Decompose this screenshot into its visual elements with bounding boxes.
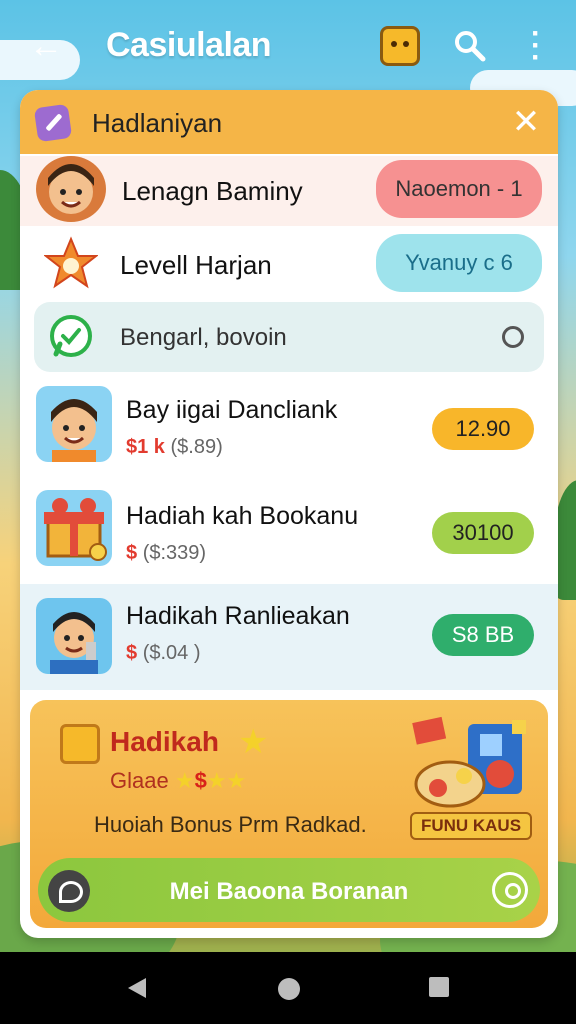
status-pill: Naoemon - 1 (376, 160, 542, 218)
pencil-icon (33, 103, 73, 143)
close-icon[interactable]: ✕ (508, 104, 544, 140)
gift-box-icon[interactable] (380, 26, 420, 66)
prize-label: FUNU KAUS (410, 812, 532, 840)
card-title: Hadlaniyan (92, 108, 223, 138)
system-nav-bar (0, 952, 576, 1024)
price-badge: S8 BB (432, 614, 534, 656)
promo-banner: Hadikah ★ Glaae ★$★★ Huoiah Bonus Prm Ra… (30, 700, 548, 928)
avatar (36, 386, 112, 462)
item-subtitle: $ ($:339) (126, 542, 207, 564)
promo-rating: Glaae ★$★★ (110, 768, 247, 793)
item-title: Bay iigai Dancliank (126, 396, 338, 424)
claim-button-label: Mei Baoona Boranan (169, 878, 409, 905)
search-icon[interactable] (452, 28, 486, 62)
row-label: Lenagn Baminy (122, 176, 303, 206)
gift-box-icon (60, 724, 100, 764)
radio-button[interactable] (502, 326, 524, 348)
item-title: Hadiah kah Bookanu (126, 502, 359, 530)
star-icon (43, 236, 99, 290)
item-subtitle: $1 k ($.89) (126, 436, 223, 458)
item-subtitle: $ ($.04 ) (126, 642, 201, 664)
more-options-icon[interactable]: · · · (526, 19, 546, 73)
price-badge: 12.90 (432, 408, 534, 450)
row-label: Bengarl, bovoin (120, 324, 287, 351)
target-icon (492, 872, 528, 908)
back-arrow-icon[interactable]: ← (26, 26, 66, 66)
promo-description: Huoiah Bonus Prm Radkad. (94, 812, 367, 837)
whatsapp-icon (48, 314, 94, 360)
avatar (36, 598, 112, 674)
list-row-bengarl[interactable]: Bengarl, bovoin (20, 302, 558, 372)
item-title: Hadikah Ranlieakan (126, 602, 350, 630)
home-circle-icon[interactable] (276, 976, 302, 1007)
app-title: Casiulalan (106, 26, 272, 64)
list-row-levell[interactable]: Levell Harjan Yvanuy c 6 (20, 228, 558, 300)
rewards-card: Hadlaniyan ✕ Lenagn Baminy Naoemon - 1 L… (20, 90, 558, 938)
app-bar: ← Casiulalan · · · (0, 0, 576, 92)
promo-title: Hadikah (110, 726, 219, 757)
card-header: Hadlaniyan ✕ (20, 90, 558, 154)
gift-chest-icon (36, 490, 112, 566)
list-item[interactable]: Hadikah Ranlieakan $ ($.04 ) S8 BB (20, 584, 558, 690)
row-label: Levell Harjan (120, 250, 272, 280)
status-pill: Yvanuy c 6 (376, 234, 542, 292)
back-triangle-icon[interactable] (126, 976, 148, 1005)
list-item[interactable]: Hadiah kah Bookanu $ ($:339) 30100 (20, 482, 558, 582)
price-badge: 30100 (432, 512, 534, 554)
list-row-lenagn[interactable]: Lenagn Baminy Naoemon - 1 (20, 156, 558, 226)
recents-square-icon[interactable] (428, 976, 450, 1003)
avatar (36, 156, 106, 222)
star-icon: ★ (238, 723, 269, 761)
claim-button[interactable]: Mei Baoona Boranan (38, 858, 540, 922)
list-item[interactable]: Bay iigai Dancliank $1 k ($.89) 12.90 (20, 380, 558, 476)
